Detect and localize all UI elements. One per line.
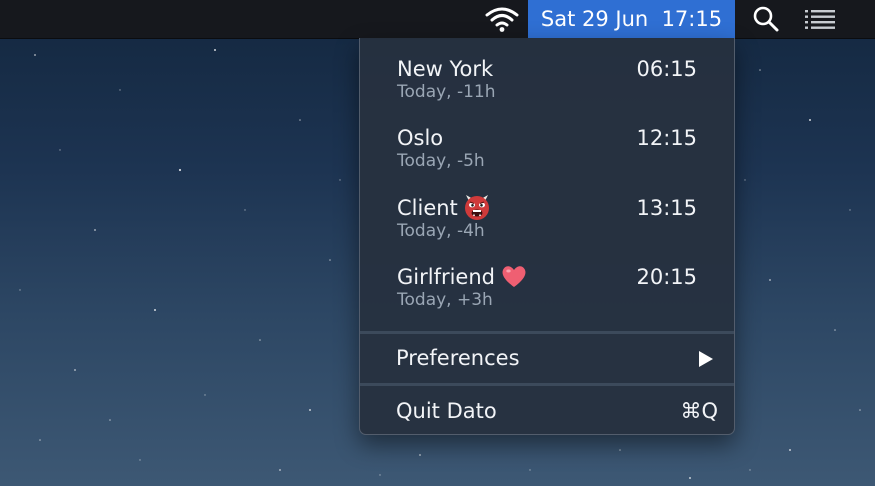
timezone-offset: Today, -4h: [397, 221, 485, 241]
ogre-emoji-icon: [464, 195, 489, 220]
quit-label: Quit Dato: [396, 399, 497, 423]
timezone-item-girlfriend[interactable]: Girlfriend 20:15 Today, +3h: [360, 262, 734, 322]
timezone-name: Oslo: [397, 126, 444, 150]
timezone-offset: Today, -11h: [397, 82, 496, 102]
timezone-time: 12:15: [636, 126, 697, 150]
preferences-label: Preferences: [396, 346, 520, 370]
timezone-name: Client: [397, 196, 458, 220]
search-icon[interactable]: [751, 5, 781, 33]
timezone-dropdown-menu: New York 06:15 Today, -11h Oslo 12:15 To…: [359, 38, 735, 435]
wifi-icon[interactable]: [482, 4, 522, 34]
timezone-offset: Today, -5h: [397, 151, 485, 171]
timezone-offset: Today, +3h: [397, 290, 493, 310]
desktop: Sat 29 Jun 17:15 New York 06:15 Today, -…: [0, 0, 875, 486]
menubar-clock[interactable]: Sat 29 Jun 17:15: [528, 0, 735, 38]
timezone-name-row: Girlfriend: [397, 262, 528, 292]
submenu-arrow-icon: [699, 351, 713, 367]
timezone-time: 20:15: [636, 265, 697, 289]
heart-emoji-icon: [502, 266, 526, 287]
timezone-item-new-york[interactable]: New York 06:15 Today, -11h: [360, 54, 734, 114]
timezone-name-row: Client: [397, 193, 491, 223]
notification-center-icon[interactable]: [801, 7, 839, 31]
menu-separator: [360, 383, 734, 386]
quit-menu-item[interactable]: Quit Dato ⌘Q: [360, 389, 734, 433]
timezone-name: New York: [397, 57, 494, 81]
menu-bar: Sat 29 Jun 17:15: [0, 0, 875, 39]
timezone-name: Girlfriend: [397, 265, 495, 289]
timezone-item-oslo[interactable]: Oslo 12:15 Today, -5h: [360, 123, 734, 183]
timezone-time: 13:15: [636, 196, 697, 220]
menu-separator: [360, 331, 734, 334]
preferences-menu-item[interactable]: Preferences: [360, 336, 734, 380]
timezone-time: 06:15: [636, 57, 697, 81]
timezone-item-client[interactable]: Client 13:15 Today, -4h: [360, 193, 734, 253]
quit-shortcut: ⌘Q: [680, 399, 718, 423]
